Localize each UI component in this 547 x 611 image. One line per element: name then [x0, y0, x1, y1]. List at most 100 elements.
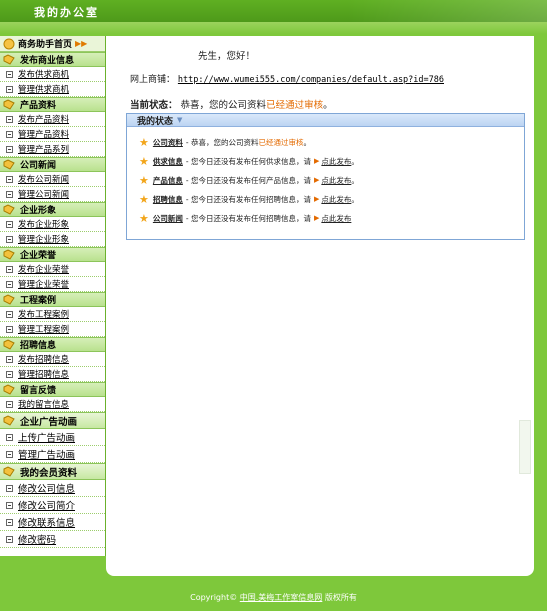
sidebar-section-title: 企业形象: [20, 206, 57, 216]
sidebar-item[interactable]: 管理公司新闻: [0, 187, 105, 202]
sidebar-item[interactable]: 管理工程案例: [0, 322, 105, 337]
sidebar-item[interactable]: 管理产品系列: [0, 142, 105, 157]
status-row-key[interactable]: 供求信息: [153, 156, 183, 167]
header-decoration: [347, 0, 547, 22]
scrollbar[interactable]: [519, 420, 531, 474]
status-row-end: 。: [351, 194, 359, 204]
sidebar-section-title: 产品资料: [20, 101, 57, 111]
collapse-box-icon: [6, 450, 13, 458]
sidebar-item[interactable]: 修改密码: [0, 531, 105, 548]
collapse-box-icon: [6, 325, 13, 333]
sidebar-home-label: 商务助手首页: [18, 40, 73, 50]
folder-icon: [3, 415, 15, 426]
chevron-down-icon: ▼: [177, 116, 183, 124]
collapse-box-icon: [6, 85, 13, 93]
collapse-box-icon: [6, 175, 13, 183]
folder-icon: [3, 384, 15, 395]
sidebar-section-header[interactable]: 发布商业信息: [0, 52, 105, 67]
sidebar-section-header[interactable]: 招聘信息: [0, 337, 105, 352]
sidebar-item-label: 发布产品资料: [18, 115, 70, 125]
status-row-highlight: 已经通过审核: [258, 137, 304, 147]
sidebar-item[interactable]: 发布招聘信息: [0, 352, 105, 367]
sidebar-item-label: 管理工程案例: [18, 325, 70, 335]
sidebar-section-header[interactable]: 企业荣誉: [0, 247, 105, 262]
publish-link[interactable]: 点此发布: [321, 156, 351, 167]
star-icon: ★: [139, 211, 149, 225]
sidebar-home-link[interactable]: 商务助手首页 ▶▶: [0, 36, 105, 52]
arrow-right-icon: ▶: [313, 176, 320, 184]
status-row-key[interactable]: 招聘信息: [153, 194, 183, 205]
sidebar-item-label: 发布公司新闻: [18, 175, 70, 185]
status-row-key[interactable]: 公司资料: [153, 137, 183, 148]
sidebar-item[interactable]: 管理广告动画: [0, 446, 105, 463]
sidebar-item[interactable]: 管理招聘信息: [0, 367, 105, 382]
sidebar-section-header[interactable]: 公司新闻: [0, 157, 105, 172]
sidebar-item[interactable]: 管理供求商机: [0, 82, 105, 97]
sidebar-item[interactable]: 修改公司简介: [0, 497, 105, 514]
sidebar-section-title: 我的会员资料: [20, 467, 78, 479]
sidebar-section-title: 留言反馈: [20, 386, 57, 396]
footer-link[interactable]: 中国.美梅工作室信息网: [240, 593, 323, 602]
sidebar-section-header[interactable]: 企业形象: [0, 202, 105, 217]
arrow-right-icon: ▶: [313, 214, 320, 222]
shop-label: 网上商铺：: [130, 75, 176, 85]
sidebar-section-header[interactable]: 留言反馈: [0, 382, 105, 397]
sidebar-item[interactable]: 上传广告动画: [0, 429, 105, 446]
shop-line: 网上商铺： http://www.wumei555.com/companies/…: [130, 72, 444, 85]
collapse-box-icon: [6, 484, 13, 492]
arrow-right-icon: ▶: [313, 157, 320, 165]
greeting: 先生，您好！: [198, 51, 256, 62]
sidebar-section-header[interactable]: 产品资料: [0, 97, 105, 112]
star-icon: ★: [139, 135, 149, 149]
folder-icon: [3, 204, 15, 215]
sidebar-item[interactable]: 管理企业荣誉: [0, 277, 105, 292]
sidebar-item-label: 管理企业形象: [18, 235, 70, 245]
status-row-end: 。: [351, 175, 359, 185]
collapse-box-icon: [6, 145, 13, 153]
sidebar-item-label: 修改公司信息: [18, 484, 76, 495]
publish-link[interactable]: 点此发布: [321, 175, 351, 186]
folder-icon: [3, 159, 15, 170]
sidebar-item-label: 管理产品系列: [18, 145, 70, 155]
footer: Copyright© 中国.美梅工作室信息网 版权所有: [0, 592, 547, 603]
shop-url-link[interactable]: http://www.wumei555.com/companies/defaul…: [178, 75, 444, 85]
sidebar-section-title: 公司新闻: [20, 161, 57, 171]
status-row-key[interactable]: 公司新闻: [153, 213, 183, 224]
sidebar-item[interactable]: 修改联系信息: [0, 514, 105, 531]
status-panel: 我的状态 ▼ ★ 公司资料 - 恭喜，您的公司资料 已经通过审核。 ★ 供求信息 - 您…: [126, 113, 525, 240]
sidebar-section-header[interactable]: 企业广告动画: [0, 412, 105, 429]
publish-link[interactable]: 点此发布: [321, 213, 351, 224]
sidebar-item[interactable]: 我的留言信息: [0, 397, 105, 412]
sidebar-item[interactable]: 发布公司新闻: [0, 172, 105, 187]
sidebar-item-label: 管理广告动画: [18, 450, 76, 461]
sidebar-item[interactable]: 发布工程案例: [0, 307, 105, 322]
sidebar-section-header[interactable]: 我的会员资料: [0, 463, 105, 480]
sidebar-item[interactable]: 管理产品资料: [0, 127, 105, 142]
sidebar-item[interactable]: 发布企业荣誉: [0, 262, 105, 277]
status-row: ★ 产品信息 - 您今日还没有发布任何产品信息，请 ▶ 点此发布。: [139, 173, 359, 187]
sidebar-item-label: 发布企业荣誉: [18, 265, 70, 275]
collapse-box-icon: [6, 501, 13, 509]
sidebar-item[interactable]: 发布企业形象: [0, 217, 105, 232]
status-label: 当前状态：: [130, 100, 178, 111]
collapse-box-icon: [6, 370, 13, 378]
status-row: ★ 供求信息 - 您今日还没有发布任何供求信息，请 ▶ 点此发布。: [139, 154, 359, 168]
sidebar-section-title: 企业广告动画: [20, 416, 78, 428]
page-title: 我的办公室: [34, 6, 99, 19]
sidebar-item[interactable]: 修改公司信息: [0, 480, 105, 497]
sidebar-item-label: 管理企业荣誉: [18, 280, 70, 290]
collapse-box-icon: [6, 220, 13, 228]
publish-link[interactable]: 点此发布: [321, 194, 351, 205]
sidebar-section-title: 企业荣誉: [20, 251, 57, 261]
status-row-key[interactable]: 产品信息: [153, 175, 183, 186]
sidebar-section-header[interactable]: 工程案例: [0, 292, 105, 307]
sidebar-item-label: 发布招聘信息: [18, 355, 70, 365]
status-panel-header: 我的状态 ▼: [127, 114, 524, 127]
sidebar-item[interactable]: 发布产品资料: [0, 112, 105, 127]
header-band: [0, 22, 547, 34]
sidebar-item-label: 发布企业形象: [18, 220, 70, 230]
sidebar: 商务助手首页 ▶▶ 发布商业信息 发布供求商机 管理供求商机 产品资料 发布产品资料 管理…: [0, 36, 106, 556]
sidebar-item[interactable]: 发布供求商机: [0, 67, 105, 82]
folder-icon: [3, 99, 15, 110]
sidebar-item[interactable]: 管理企业形象: [0, 232, 105, 247]
